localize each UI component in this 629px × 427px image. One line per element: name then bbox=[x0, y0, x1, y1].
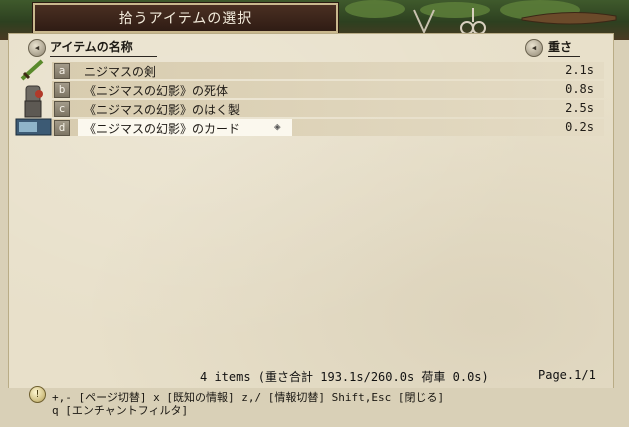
item-row-c[interactable]: c 《ニジマスの幻影》のはく製 2.5s bbox=[52, 100, 604, 117]
sort-name-icon[interactable]: ◂ bbox=[28, 39, 46, 57]
sort-weight-icon[interactable]: ◂ bbox=[525, 39, 543, 57]
column-header-weight[interactable]: 重さ bbox=[548, 38, 581, 57]
item-row-d[interactable]: d 《ニジマスの幻影》のカード ◈ 0.2s bbox=[52, 119, 604, 136]
item-weight: 2.1s bbox=[565, 63, 594, 77]
hint-icon: ! bbox=[29, 386, 46, 403]
item-row-b[interactable]: b 《ニジマスの幻影》の死体 0.8s bbox=[52, 81, 604, 98]
item-key[interactable]: a bbox=[54, 63, 70, 79]
item-name: ニジマスの剣 bbox=[84, 65, 157, 79]
item-key[interactable]: c bbox=[54, 101, 70, 117]
item-weight: 2.5s bbox=[565, 101, 594, 115]
gate-key-icon bbox=[413, 9, 435, 35]
stuffed-fish-icon bbox=[24, 100, 42, 118]
help-line-2: q [エンチャントフィルタ] bbox=[52, 404, 189, 417]
item-name: 《ニジマスの幻影》のはく製 bbox=[84, 103, 241, 117]
sword-icon bbox=[20, 59, 44, 81]
item-weight: 0.8s bbox=[565, 82, 594, 96]
foliage bbox=[345, 0, 405, 18]
item-name: 《ニジマスの幻影》のカード bbox=[84, 122, 241, 136]
window-title: 拾うアイテムの選択 bbox=[33, 3, 338, 33]
item-key[interactable]: d bbox=[54, 120, 70, 136]
item-key[interactable]: b bbox=[54, 82, 70, 98]
item-row-a[interactable]: a ニジマスの剣 2.1s bbox=[52, 62, 604, 79]
item-name: 《ニジマスの幻影》の死体 bbox=[84, 84, 229, 98]
page-indicator: Page.1/1 bbox=[538, 368, 596, 382]
window-title-text: 拾うアイテムの選択 bbox=[118, 11, 253, 27]
card-icon bbox=[15, 118, 52, 136]
column-header-name[interactable]: アイテムの名称 bbox=[50, 38, 157, 57]
item-weight: 0.2s bbox=[565, 120, 594, 134]
identified-gem-icon: ◈ bbox=[274, 120, 281, 133]
item-summary: 4 items (重さ合計 193.1s/260.0s 荷車 0.0s) bbox=[200, 370, 489, 384]
weapon-icon bbox=[521, 11, 617, 25]
